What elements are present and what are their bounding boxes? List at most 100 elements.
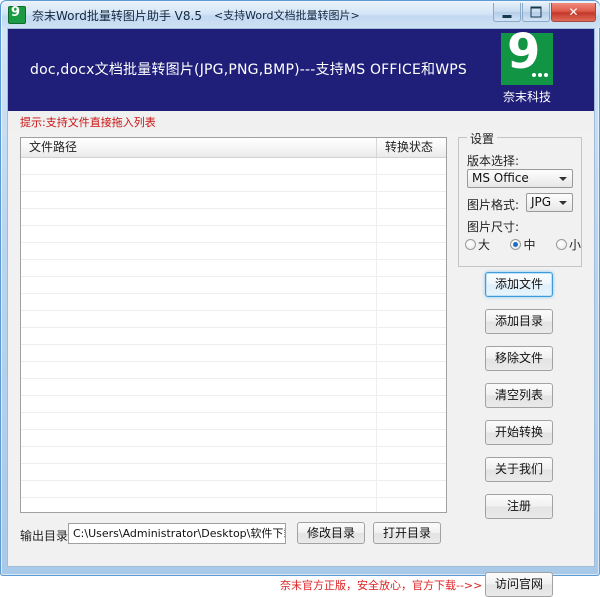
table-row[interactable]: [21, 481, 446, 498]
hint-bar: 提示:支持文件直接拖入列表: [8, 111, 594, 131]
format-label: 图片格式:: [467, 196, 519, 213]
side-button-3[interactable]: 清空列表: [485, 383, 553, 408]
table-row[interactable]: [21, 294, 446, 311]
table-row[interactable]: [21, 158, 446, 175]
cell-file-path: [21, 464, 377, 480]
cell-file-path: [21, 226, 377, 242]
size-label: 图片尺寸:: [467, 218, 519, 235]
cell-status: [377, 311, 446, 327]
cell-file-path: [21, 209, 377, 225]
table-row[interactable]: [21, 498, 446, 513]
cell-file-path: [21, 447, 377, 463]
cell-file-path: [21, 328, 377, 344]
brand-logo: 9 奈末科技: [496, 33, 558, 105]
promo-text: 奈末官方正版，安全放心，官方下载-->>: [280, 577, 482, 593]
cell-status: [377, 396, 446, 412]
table-row[interactable]: [21, 464, 446, 481]
side-button-4[interactable]: 开始转换: [485, 420, 553, 445]
size-radio-label: 大: [478, 236, 490, 253]
file-list[interactable]: 文件路径 转换状态: [20, 137, 447, 513]
cell-file-path: [21, 175, 377, 191]
radio-icon: [556, 239, 567, 250]
maximize-button[interactable]: [522, 3, 550, 22]
size-radio-0[interactable]: 大: [465, 236, 490, 253]
cell-file-path: [21, 158, 377, 174]
chevron-down-icon: [559, 177, 567, 181]
cell-file-path: [21, 413, 377, 429]
table-row[interactable]: [21, 277, 446, 294]
size-radio-group[interactable]: 大中小: [465, 236, 581, 253]
table-row[interactable]: [21, 192, 446, 209]
cell-file-path: [21, 396, 377, 412]
chevron-down-icon: [559, 201, 567, 205]
open-dir-button[interactable]: 打开目录: [373, 522, 441, 544]
logo-nine-glyph: 9: [507, 28, 540, 76]
table-row[interactable]: [21, 328, 446, 345]
cell-status: [377, 243, 446, 259]
table-row[interactable]: [21, 311, 446, 328]
table-row[interactable]: [21, 396, 446, 413]
cell-file-path: [21, 277, 377, 293]
window-controls: ✕: [492, 3, 596, 22]
cell-file-path: [21, 294, 377, 310]
size-radio-2[interactable]: 小: [556, 236, 581, 253]
cell-file-path: [21, 379, 377, 395]
file-list-body[interactable]: [21, 158, 446, 512]
cell-status: [377, 481, 446, 497]
version-select-value: MS Office: [472, 171, 529, 185]
radio-icon: [465, 239, 476, 250]
brand-name: 奈末科技: [496, 88, 558, 105]
table-row[interactable]: [21, 260, 446, 277]
column-header-status[interactable]: 转换状态: [377, 138, 446, 157]
cell-status: [377, 260, 446, 276]
output-dir-label: 输出目录:: [20, 527, 72, 544]
table-row[interactable]: [21, 379, 446, 396]
output-dir-input[interactable]: C:\Users\Administrator\Desktop\软件下载包\Con…: [68, 523, 286, 544]
side-button-0[interactable]: 添加文件: [485, 272, 553, 297]
close-icon: ✕: [552, 6, 595, 18]
cell-file-path: [21, 311, 377, 327]
table-row[interactable]: [21, 430, 446, 447]
version-label: 版本选择:: [467, 152, 519, 169]
window-title-suffix: <支持Word文档批量转图片>: [214, 7, 360, 23]
close-button[interactable]: ✕: [551, 3, 596, 22]
table-row[interactable]: [21, 362, 446, 379]
logo-square-icon: 9: [501, 33, 553, 85]
cell-file-path: [21, 192, 377, 208]
cell-status: [377, 158, 446, 174]
cell-file-path: [21, 345, 377, 361]
radio-icon: [510, 239, 521, 250]
cell-status: [377, 413, 446, 429]
side-button-1[interactable]: 添加目录: [485, 309, 553, 334]
format-select[interactable]: JPG: [526, 193, 573, 212]
cell-status: [377, 362, 446, 378]
cell-status: [377, 379, 446, 395]
app-logo-icon: [8, 6, 26, 24]
size-radio-1[interactable]: 中: [510, 236, 535, 253]
table-row[interactable]: [21, 175, 446, 192]
table-row[interactable]: [21, 413, 446, 430]
column-header-file-path[interactable]: 文件路径: [21, 138, 377, 157]
table-row[interactable]: [21, 447, 446, 464]
side-button-5[interactable]: 关于我们: [485, 457, 553, 482]
cell-status: [377, 498, 446, 513]
minimize-button[interactable]: [493, 3, 521, 22]
side-button-2[interactable]: 移除文件: [485, 346, 553, 371]
cell-status: [377, 192, 446, 208]
side-button-6[interactable]: 注册: [485, 494, 553, 519]
table-row[interactable]: [21, 226, 446, 243]
cell-status: [377, 209, 446, 225]
cell-file-path: [21, 243, 377, 259]
cell-file-path: [21, 481, 377, 497]
drag-drop-hint: 提示:支持文件直接拖入列表: [20, 114, 156, 130]
table-row[interactable]: [21, 243, 446, 260]
modify-dir-button[interactable]: 修改目录: [297, 522, 365, 544]
format-select-value: JPG: [531, 195, 551, 209]
table-row[interactable]: [21, 209, 446, 226]
table-row[interactable]: [21, 345, 446, 362]
cell-file-path: [21, 498, 377, 513]
cell-status: [377, 226, 446, 242]
version-select[interactable]: MS Office: [467, 169, 573, 188]
settings-group: 设置 版本选择: MS Office 图片格式: JPG 图片尺寸: 大中小: [458, 137, 582, 267]
client-area: doc,docx文档批量转图片(JPG,PNG,BMP)---支持MS OFFI…: [7, 28, 595, 567]
